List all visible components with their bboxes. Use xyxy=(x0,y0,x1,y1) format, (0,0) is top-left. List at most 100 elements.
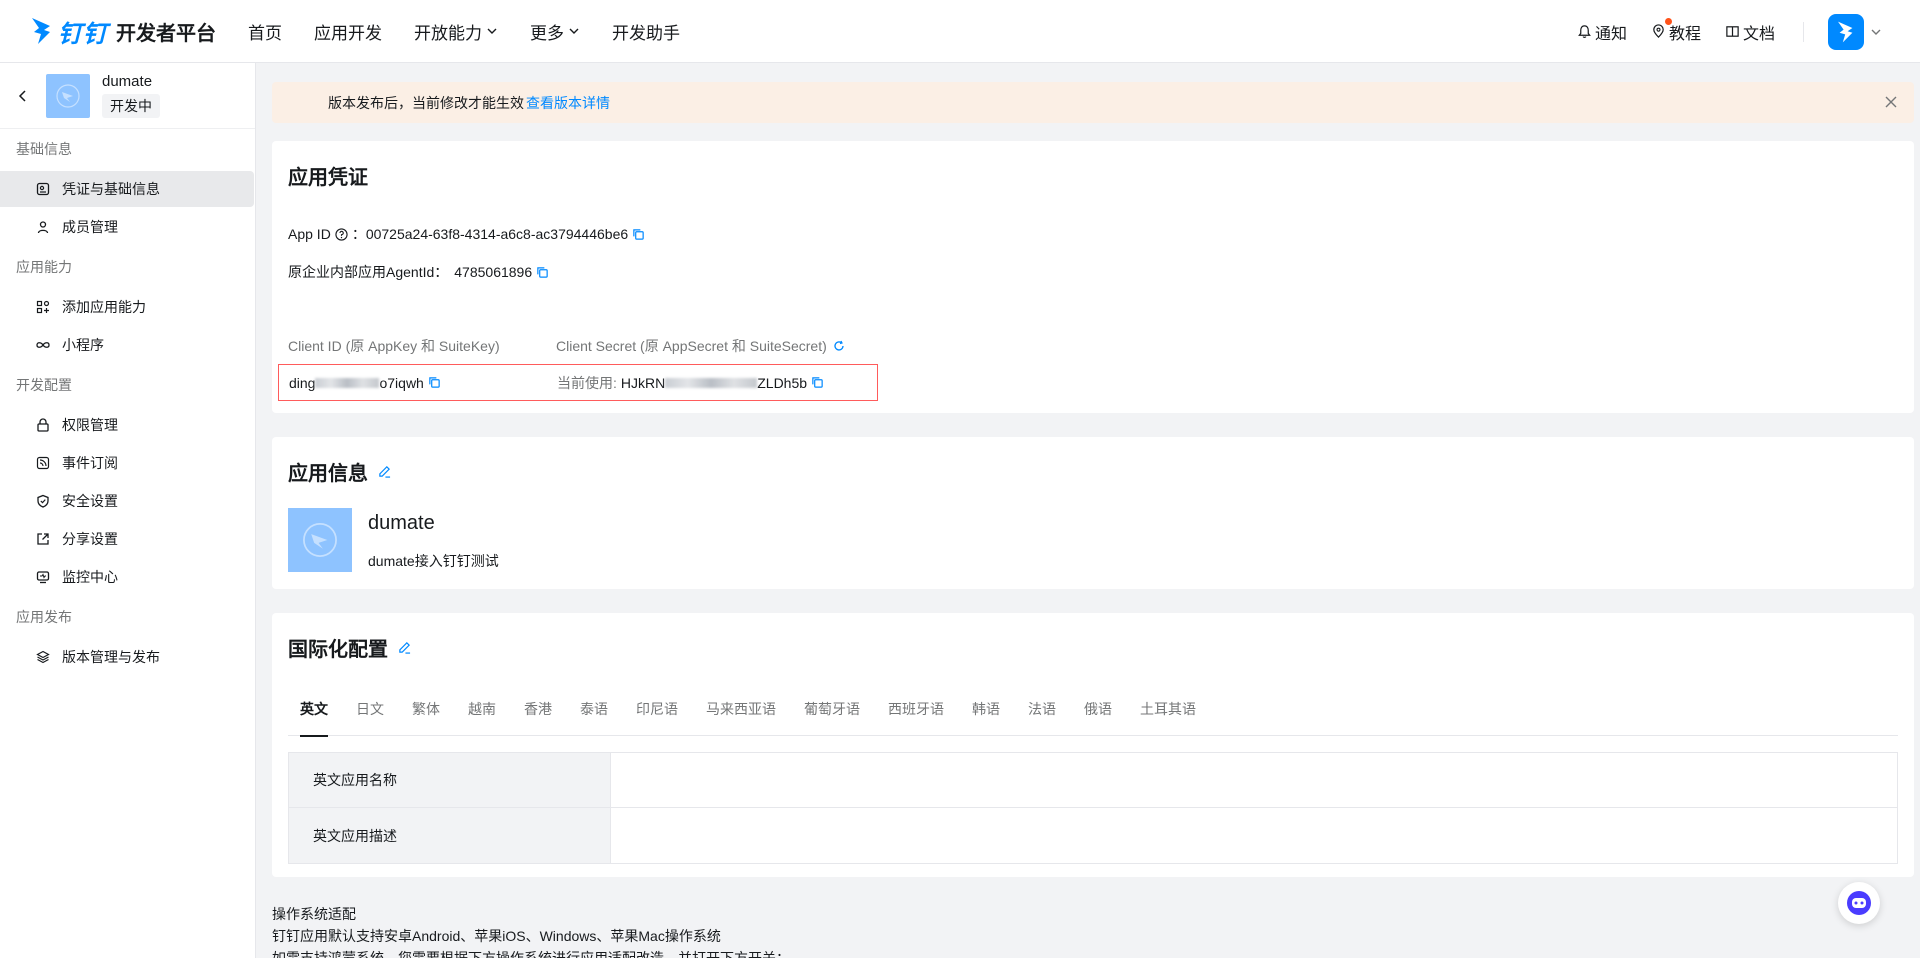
tab-vietnamese[interactable]: 越南 xyxy=(456,698,508,736)
nav-app-dev-label: 应用开发 xyxy=(314,23,382,43)
sidebar-item-share[interactable]: 分享设置 xyxy=(0,521,255,557)
nav-more-label: 更多 xyxy=(530,23,564,43)
divider xyxy=(1803,21,1804,42)
main-content: 版本发布后，当前修改才能生效 查看版本详情 应用凭证 App ID ： 0072… xyxy=(272,82,1914,958)
edit-icon[interactable] xyxy=(398,641,411,654)
tab-french[interactable]: 法语 xyxy=(1016,698,1068,736)
app-id-value: 00725a24-63f8-4314-a6c8-ac3794446be6 xyxy=(365,226,629,242)
tab-english[interactable]: 英文 xyxy=(288,698,340,737)
client-secret-label-wrap: Client Secret (原 AppSecret 和 SuiteSecret… xyxy=(556,336,845,356)
app-info-desc: dumate接入钉钉测试 xyxy=(368,553,499,569)
sidebar-item-credentials[interactable]: 凭证与基础信息 xyxy=(0,171,254,207)
tab-russian[interactable]: 俄语 xyxy=(1072,698,1124,736)
sidebar-item-events[interactable]: 事件订阅 xyxy=(0,445,255,481)
notify-label: 通知 xyxy=(1594,25,1627,43)
tab-portuguese[interactable]: 葡萄牙语 xyxy=(792,698,872,736)
dingtalk-logo-icon xyxy=(32,18,50,44)
chevron-down-icon[interactable] xyxy=(1870,26,1882,38)
back-arrow-icon[interactable] xyxy=(16,89,30,103)
client-id-prefix: ding xyxy=(289,374,316,391)
nav-app-dev[interactable]: 应用开发 xyxy=(314,19,382,44)
masked-text xyxy=(665,377,758,388)
sidebar-item-permissions[interactable]: 权限管理 xyxy=(0,407,255,443)
client-id-label: Client ID (原 AppKey 和 SuiteKey) xyxy=(288,338,500,354)
nav-dev-assistant[interactable]: 开发助手 xyxy=(612,19,680,44)
app-id-label: App ID xyxy=(288,226,331,242)
tab-hongkong[interactable]: 香港 xyxy=(512,698,564,736)
help-icon[interactable] xyxy=(335,227,348,241)
language-tabs: 英文 日文 繁体 越南 香港 泰语 印尼语 马来西亚语 葡萄牙语 西班牙语 韩语… xyxy=(288,698,1898,737)
sidebar-item-monitor[interactable]: 监控中心 xyxy=(0,559,255,595)
app-id-separator: ： xyxy=(351,226,366,242)
sidebar-item-label: 事件订阅 xyxy=(62,455,118,471)
sidebar-app-header: dumate 开发中 xyxy=(0,63,255,129)
infinity-icon xyxy=(36,342,50,348)
agent-id-value: 4785061896 xyxy=(454,264,533,280)
i18n-table: 英文应用名称 英文应用描述 xyxy=(288,752,1898,864)
row-value xyxy=(611,808,1897,863)
sidebar-item-security[interactable]: 安全设置 xyxy=(0,483,255,519)
monitor-icon xyxy=(36,571,50,584)
info-icon xyxy=(286,95,318,135)
nav-more[interactable]: 更多 xyxy=(530,19,580,44)
app-meta: dumate 开发中 xyxy=(102,73,160,118)
sidebar-app-name: dumate xyxy=(102,73,153,90)
sidebar-item-label: 添加应用能力 xyxy=(62,299,146,315)
os-line1: 钉钉应用默认支持安卓Android、苹果iOS、Windows、苹果Mac操作系… xyxy=(272,928,721,944)
logo[interactable]: 钉钉 开发者平台 xyxy=(30,0,216,63)
bell-icon xyxy=(1578,25,1591,38)
i18n-card: 国际化配置 英文 日文 繁体 越南 香港 泰语 印尼语 马来西亚语 葡萄牙语 西… xyxy=(272,613,1914,877)
tab-traditional[interactable]: 繁体 xyxy=(400,698,452,736)
tab-japanese[interactable]: 日文 xyxy=(344,698,396,736)
tab-indonesian[interactable]: 印尼语 xyxy=(624,698,690,736)
refresh-icon[interactable] xyxy=(833,340,845,352)
secret-prefix: HJkRN xyxy=(620,374,666,391)
tab-spanish[interactable]: 西班牙语 xyxy=(876,698,956,736)
app-id-row: App ID ： 00725a24-63f8-4314-a6c8-ac37944… xyxy=(288,224,1898,244)
copy-icon[interactable] xyxy=(428,376,441,389)
nav-home[interactable]: 首页 xyxy=(248,19,282,44)
sidebar-item-versions[interactable]: 版本管理与发布 xyxy=(0,639,255,675)
os-line2: 如需支持鸿蒙系统，您需要根据下方操作系统进行应用适配改造，并打开下方开关： xyxy=(272,950,790,958)
credentials-title: 应用凭证 xyxy=(288,167,368,189)
sidebar-item-mini-program[interactable]: 小程序 xyxy=(0,327,255,363)
os-section: 操作系统适配 钉钉应用默认支持安卓Android、苹果iOS、Windows、苹… xyxy=(272,903,1914,958)
avatar[interactable] xyxy=(1828,13,1864,50)
sidebar: dumate 开发中 基础信息 凭证与基础信息 成员管理 应用能力 添加应用能力… xyxy=(0,63,256,958)
nav-open-capabilities[interactable]: 开放能力 xyxy=(414,19,498,44)
version-alert: 版本发布后，当前修改才能生效 查看版本详情 xyxy=(272,82,1914,123)
tutorial-button[interactable]: 教程 xyxy=(1651,17,1701,44)
sidebar-item-label: 安全设置 xyxy=(62,493,118,509)
copy-icon[interactable] xyxy=(811,376,824,389)
sidebar-item-label: 监控中心 xyxy=(62,569,118,585)
share-icon xyxy=(37,533,49,545)
top-nav: 首页 应用开发 开放能力 更多 开发助手 xyxy=(248,0,712,63)
chevron-down-icon xyxy=(569,28,579,34)
assistant-float-button[interactable] xyxy=(1838,882,1880,924)
docs-button[interactable]: 文档 xyxy=(1725,20,1775,44)
notify-button[interactable]: 通知 xyxy=(1577,20,1627,44)
top-bar: 钉钉 开发者平台 首页 应用开发 开放能力 更多 开发助手 通知 教程 文档 xyxy=(0,0,1920,63)
view-version-link[interactable]: 查看版本详情 xyxy=(526,93,610,113)
chevron-down-icon xyxy=(487,28,497,34)
rss-icon xyxy=(36,456,50,470)
sidebar-item-add-capability[interactable]: 添加应用能力 xyxy=(0,289,255,325)
edit-icon[interactable] xyxy=(378,465,391,478)
tab-thai[interactable]: 泰语 xyxy=(568,698,620,736)
user-icon xyxy=(37,221,49,234)
docs-label: 文档 xyxy=(1742,25,1775,43)
book-icon xyxy=(1726,26,1739,37)
tab-korean[interactable]: 韩语 xyxy=(960,698,1012,736)
row-label: 英文应用名称 xyxy=(289,753,611,807)
tab-turkish[interactable]: 土耳其语 xyxy=(1128,698,1208,736)
close-icon[interactable] xyxy=(1884,95,1898,109)
app-info-name: dumate xyxy=(368,512,435,534)
tab-malay[interactable]: 马来西亚语 xyxy=(694,698,788,736)
app-info-row: dumate dumate接入钉钉测试 xyxy=(288,508,1898,572)
sidebar-item-members[interactable]: 成员管理 xyxy=(0,209,255,245)
copy-icon[interactable] xyxy=(632,228,645,241)
copy-icon[interactable] xyxy=(536,266,549,279)
client-id-suffix: o7iqwh xyxy=(379,374,424,391)
lock-icon xyxy=(37,418,49,432)
agent-id-row: 原企业内部应用AgentId： 4785061896 xyxy=(288,262,1898,282)
